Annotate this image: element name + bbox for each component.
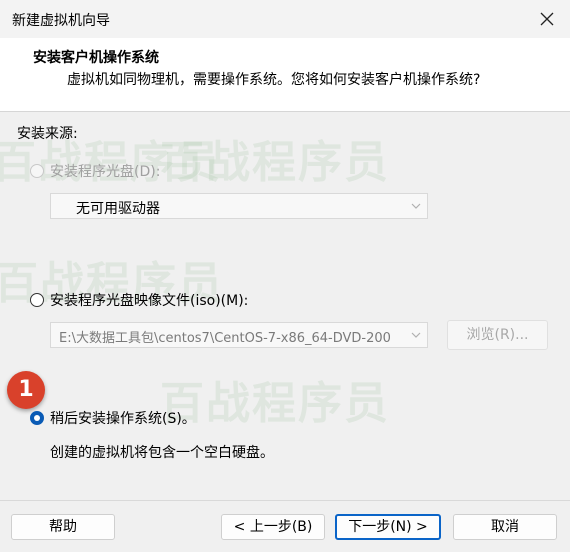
step-badge: 1: [7, 371, 45, 409]
title-bar: 新建虚拟机向导: [0, 0, 570, 38]
disc-drive-value: 无可用驱动器: [76, 201, 160, 217]
watermark: 百战程序员: [160, 137, 390, 188]
iso-radio[interactable]: [30, 293, 44, 307]
close-button[interactable]: [524, 0, 570, 38]
iso-path-select[interactable]: E:\大数据工具包\centos7\CentOS-7-x86_64-DVD-20…: [50, 322, 428, 348]
disc-drive-select[interactable]: 无可用驱动器: [50, 193, 428, 219]
page-title: 安装客户机操作系统: [33, 50, 159, 66]
install-later-label: 稍后安装操作系统(S)。: [50, 411, 196, 427]
cancel-button[interactable]: 取消: [453, 514, 557, 540]
next-button[interactable]: 下一步(N) >: [335, 514, 441, 540]
install-source-panel: 百战程序员 百战程序员 百战程序员 百战程序员 安装来源: 安装程序光盘(D):…: [0, 112, 570, 500]
disc-radio[interactable]: [30, 164, 44, 178]
chevron-down-icon: [411, 203, 421, 209]
chevron-down-icon: [411, 332, 421, 338]
help-button[interactable]: 帮助: [11, 514, 115, 540]
back-button[interactable]: < 上一步(B): [221, 514, 325, 540]
window-title: 新建虚拟机向导: [12, 13, 110, 29]
close-icon: [540, 12, 554, 26]
button-bar: 帮助 < 上一步(B) 下一步(N) > 取消: [0, 500, 570, 552]
page-subtitle: 虚拟机如同物理机，需要操作系统。您将如何安装客户机操作系统?: [67, 72, 481, 88]
install-later-description: 创建的虚拟机将包含一个空白硬盘。: [50, 445, 274, 461]
iso-path-value: E:\大数据工具包\centos7\CentOS-7-x86_64-DVD-20…: [59, 331, 391, 346]
install-later-radio[interactable]: [30, 411, 44, 425]
install-source-label: 安装来源:: [17, 126, 78, 142]
wizard-header: 安装客户机操作系统 虚拟机如同物理机，需要操作系统。您将如何安装客户机操作系统?: [0, 38, 570, 112]
iso-option-label: 安装程序光盘映像文件(iso)(M):: [50, 293, 249, 309]
disc-option-label: 安装程序光盘(D):: [50, 164, 161, 180]
browse-button[interactable]: 浏览(R)...: [447, 320, 548, 350]
